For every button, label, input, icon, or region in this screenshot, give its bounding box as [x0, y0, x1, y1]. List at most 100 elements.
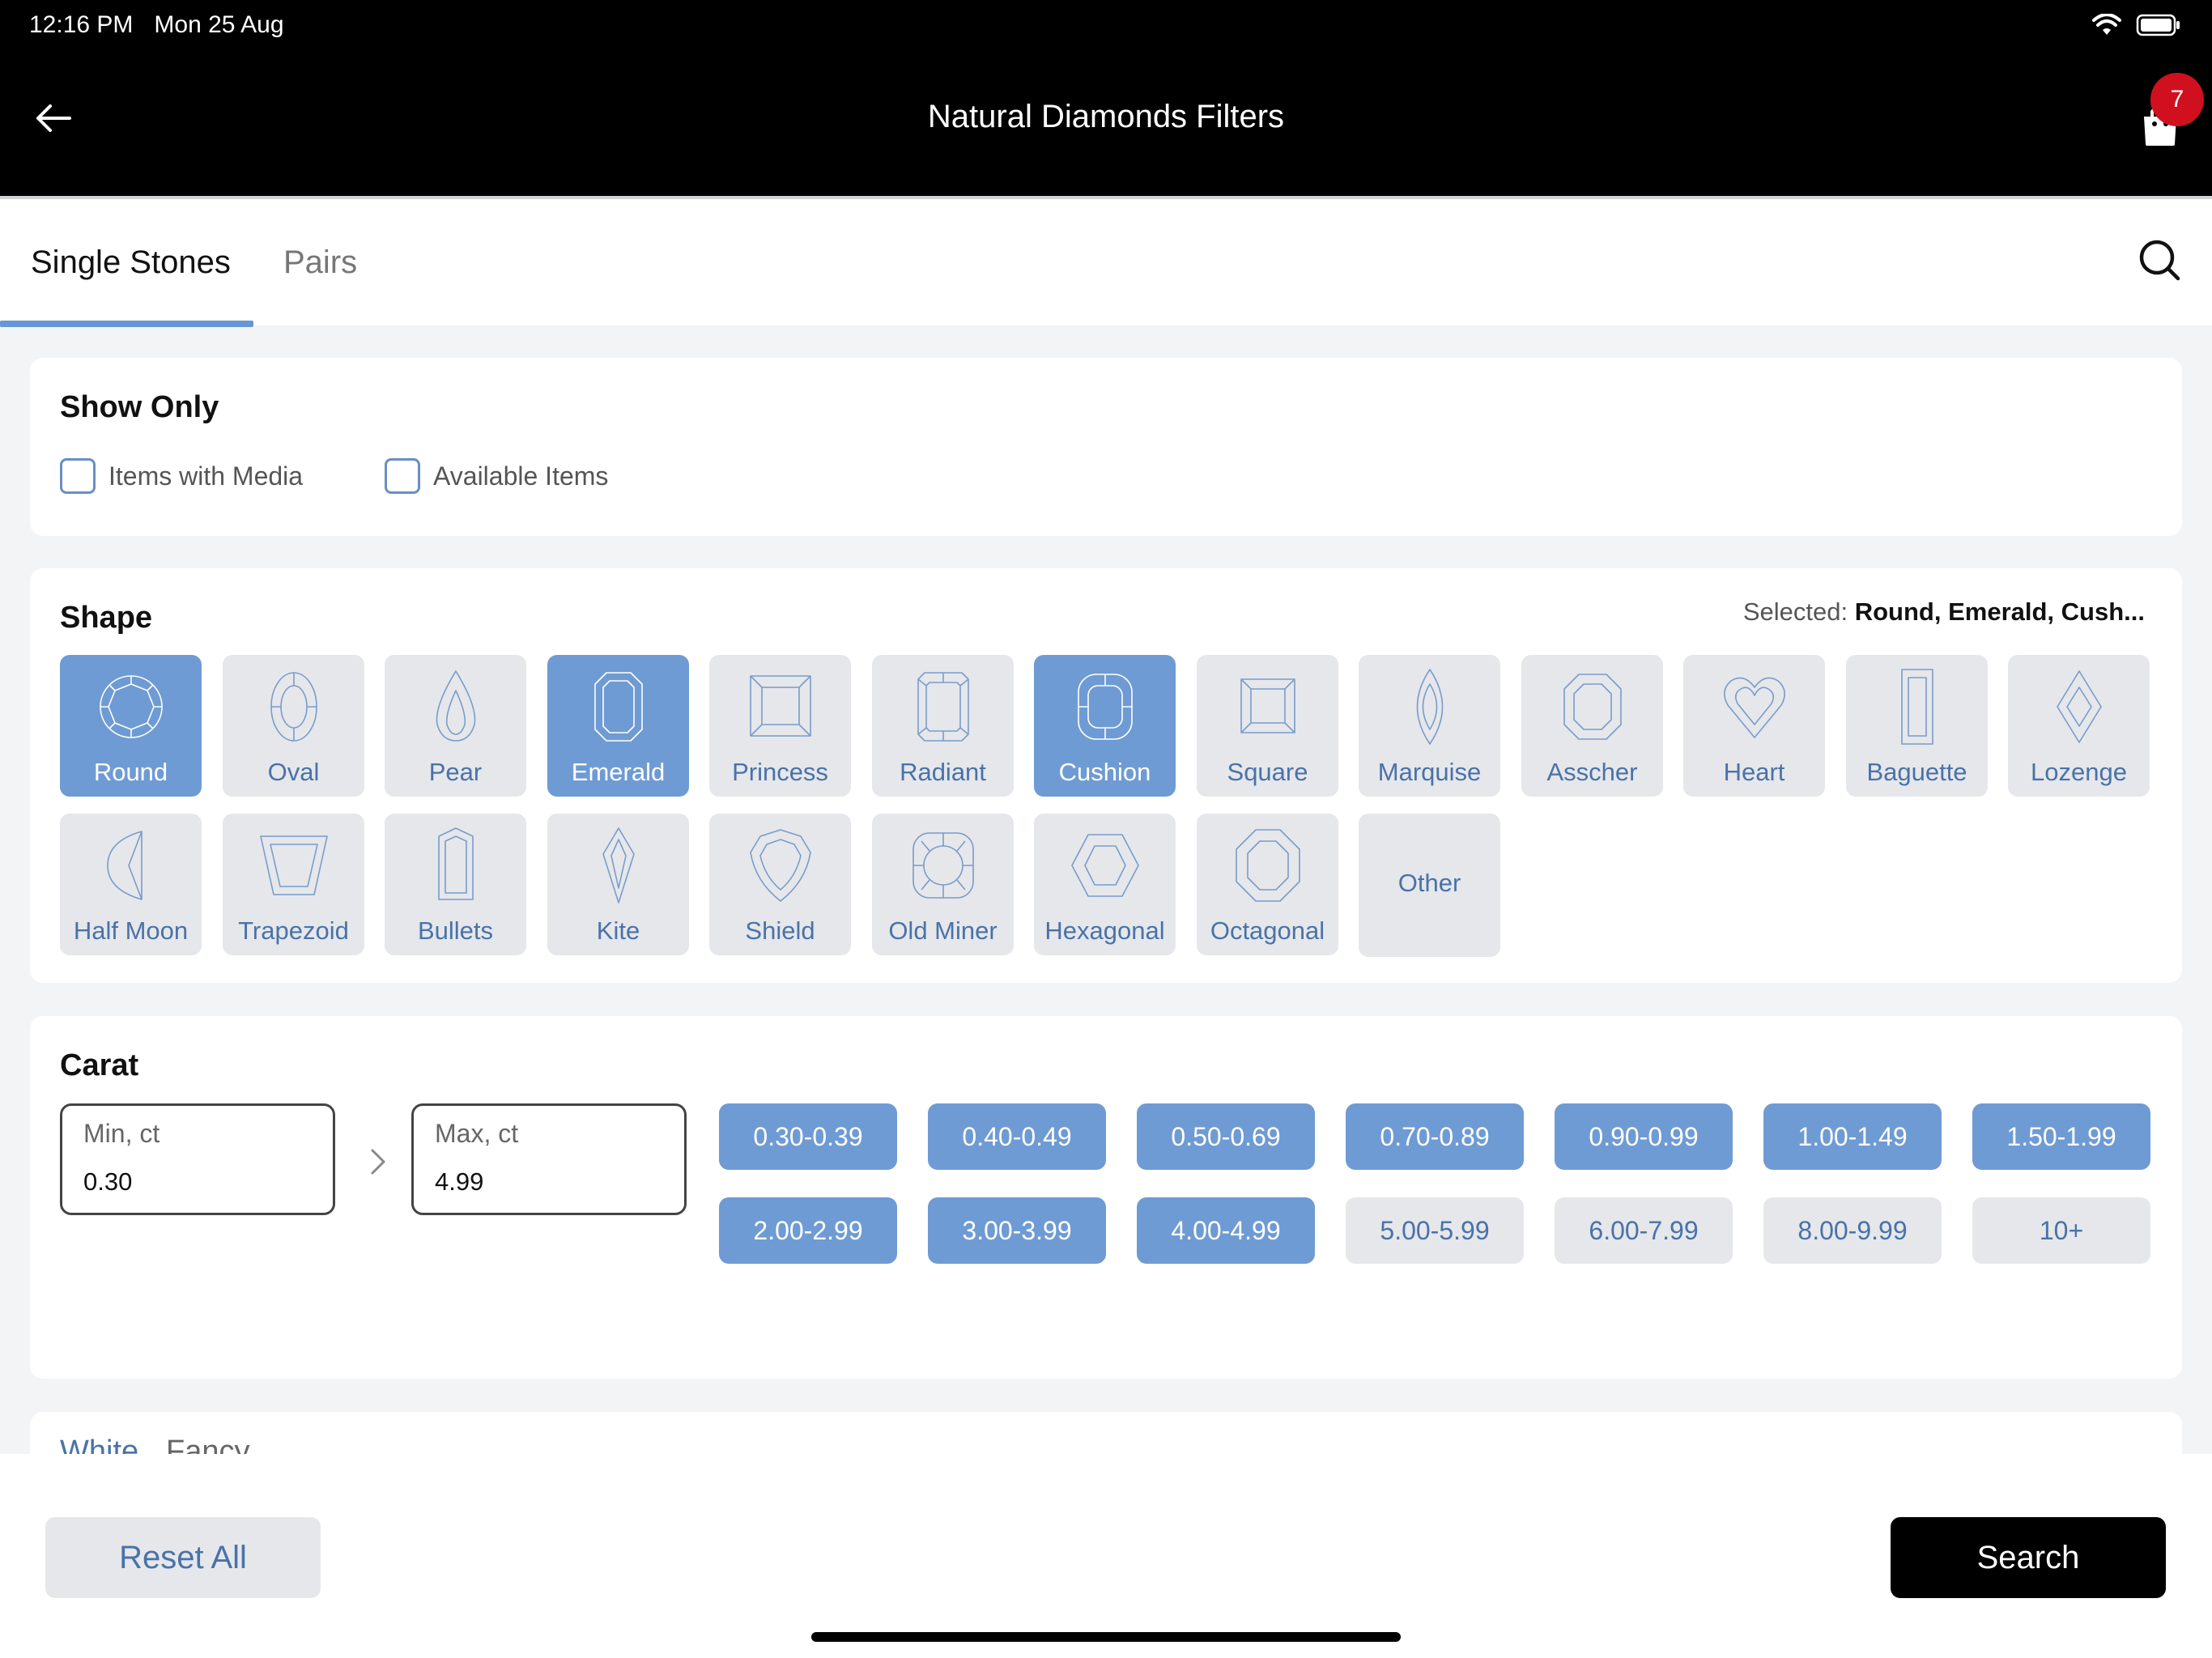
carat-range-button[interactable]: 0.50-0.69: [1137, 1103, 1315, 1170]
shape-option-shield[interactable]: Shield: [709, 814, 851, 955]
available-items-option[interactable]: Available Items: [385, 458, 608, 494]
shape-option-old-miner[interactable]: Old Miner: [872, 814, 1014, 955]
shape-card: Shape Selected: Round, Emerald, Cush... …: [30, 568, 2182, 983]
max-carat-field[interactable]: Max, ct: [411, 1103, 687, 1215]
shape-option-label: Marquise: [1377, 758, 1482, 786]
shape-option-other[interactable]: Other: [1359, 814, 1500, 957]
max-carat-input[interactable]: [435, 1167, 661, 1197]
tab-pairs[interactable]: Pairs: [283, 244, 357, 281]
round-shape-icon: [99, 675, 163, 738]
shape-option-half-moon[interactable]: Half Moon: [60, 814, 202, 955]
lozenge-shape-icon: [2056, 670, 2102, 743]
carat-range-button[interactable]: 0.90-0.99: [1555, 1103, 1733, 1170]
shape-selected-summary: Selected: Round, Emerald, Cush...: [1743, 597, 2145, 627]
hexagonal-shape-icon: [1070, 834, 1139, 897]
available-items-label: Available Items: [433, 461, 609, 491]
carat-range-button[interactable]: 1.50-1.99: [1972, 1103, 2150, 1170]
carat-range-button[interactable]: 8.00-9.99: [1763, 1197, 1942, 1264]
items-with-media-option[interactable]: Items with Media: [60, 458, 303, 494]
shape-option-cushion[interactable]: Cushion: [1034, 655, 1176, 797]
carat-range-button[interactable]: 0.40-0.49: [928, 1103, 1106, 1170]
shape-option-pear[interactable]: Pear: [385, 655, 526, 797]
tab-single-stones[interactable]: Single Stones: [31, 244, 231, 281]
princess-shape-icon: [749, 675, 811, 737]
available-items-checkbox[interactable]: [385, 458, 420, 494]
carat-range-button[interactable]: 6.00-7.99: [1555, 1197, 1733, 1264]
shape-option-kite[interactable]: Kite: [547, 814, 689, 955]
old-miner-shape-icon: [912, 832, 974, 899]
shape-option-label: Baguette: [1866, 758, 1967, 786]
emerald-shape-icon: [593, 672, 643, 742]
items-with-media-checkbox[interactable]: [60, 458, 96, 494]
carat-range-button[interactable]: 0.70-0.89: [1346, 1103, 1524, 1170]
square-shape-icon: [1240, 678, 1295, 733]
shape-option-label: Hexagonal: [1044, 916, 1165, 945]
show-only-card: Show Only Items with Media Available Ite…: [30, 358, 2182, 536]
carat-range-button[interactable]: 1.00-1.49: [1763, 1103, 1942, 1170]
shape-option-label: Heart: [1723, 758, 1785, 786]
shape-title: Shape: [60, 601, 153, 635]
shape-option-asscher[interactable]: Asscher: [1521, 655, 1663, 797]
shape-option-emerald[interactable]: Emerald: [547, 655, 689, 797]
battery-icon: [2136, 14, 2180, 36]
shape-option-label: Pear: [428, 758, 483, 786]
top-bar: 12:16 PM Mon 25 Aug Natural Diamonds Filt…: [0, 0, 2212, 196]
pear-shape-icon: [436, 670, 475, 742]
wifi-icon: [2092, 14, 2121, 35]
shape-option-label: Old Miner: [888, 916, 998, 945]
shape-option-label: Shield: [745, 916, 815, 945]
bottom-action-bar: Reset All Search: [0, 1454, 2212, 1658]
shape-option-marquise[interactable]: Marquise: [1359, 655, 1500, 797]
carat-range-button[interactable]: 10+: [1972, 1197, 2150, 1264]
carat-range-button[interactable]: 4.00-4.99: [1137, 1197, 1315, 1264]
shape-option-label: Emerald: [571, 758, 666, 786]
carat-title: Carat: [60, 1048, 139, 1082]
active-tab-indicator: [0, 321, 253, 327]
shape-option-square[interactable]: Square: [1197, 655, 1338, 797]
shape-option-lozenge[interactable]: Lozenge: [2008, 655, 2150, 797]
reset-all-button[interactable]: Reset All: [45, 1517, 321, 1598]
status-time: 12:16 PM: [29, 11, 134, 38]
shape-option-label: Asscher: [1546, 758, 1638, 786]
shape-option-label: Octagonal: [1210, 916, 1325, 945]
shape-option-label: Oval: [267, 758, 320, 786]
shape-option-baguette[interactable]: Baguette: [1846, 655, 1988, 797]
shape-option-trapezoid[interactable]: Trapezoid: [223, 814, 364, 955]
search-icon: [2139, 240, 2180, 281]
shape-option-octagonal[interactable]: Octagonal: [1197, 814, 1338, 955]
octagonal-shape-icon: [1235, 829, 1300, 902]
shape-option-bullets[interactable]: Bullets: [385, 814, 526, 955]
half-moon-shape-icon: [106, 831, 143, 900]
shape-option-round[interactable]: Round: [60, 655, 202, 797]
search-submit-button[interactable]: Search: [1891, 1517, 2166, 1598]
carat-range-button[interactable]: 3.00-3.99: [928, 1197, 1106, 1264]
carat-range-button[interactable]: 2.00-2.99: [719, 1197, 897, 1264]
cushion-shape-icon: [1077, 674, 1133, 740]
baguette-shape-icon: [1900, 669, 1933, 745]
carat-range-button[interactable]: 5.00-5.99: [1346, 1197, 1524, 1264]
show-only-title: Show Only: [60, 390, 219, 424]
carat-range-button[interactable]: 0.30-0.39: [719, 1103, 897, 1170]
marquise-shape-icon: [1416, 669, 1443, 745]
shape-option-label: Kite: [596, 916, 640, 945]
shape-option-label: Trapezoid: [238, 916, 349, 945]
shape-option-radiant[interactable]: Radiant: [872, 655, 1014, 797]
page-title: Natural Diamonds Filters: [927, 99, 1285, 134]
items-with-media-label: Items with Media: [108, 461, 304, 491]
min-carat-field[interactable]: Min, ct: [60, 1103, 335, 1215]
shape-option-oval[interactable]: Oval: [223, 655, 364, 797]
cart-count-badge: 7: [2150, 73, 2204, 126]
shape-option-hexagonal[interactable]: Hexagonal: [1034, 814, 1176, 955]
trapezoid-shape-icon: [259, 835, 328, 895]
shield-shape-icon: [749, 829, 811, 902]
search-button[interactable]: [2134, 235, 2186, 287]
shape-option-label: Cushion: [1058, 758, 1151, 786]
kite-shape-icon: [602, 827, 635, 903]
status-bar-clock: 12:16 PM Mon 25 Aug: [29, 11, 284, 39]
shape-option-princess[interactable]: Princess: [709, 655, 851, 797]
shape-option-heart[interactable]: Heart: [1683, 655, 1825, 797]
min-carat-input[interactable]: [83, 1167, 310, 1197]
max-carat-label: Max, ct: [435, 1119, 519, 1148]
shape-selected-value: Round, Emerald, Cush...: [1854, 597, 2145, 626]
shape-option-label: Radiant: [900, 758, 986, 786]
